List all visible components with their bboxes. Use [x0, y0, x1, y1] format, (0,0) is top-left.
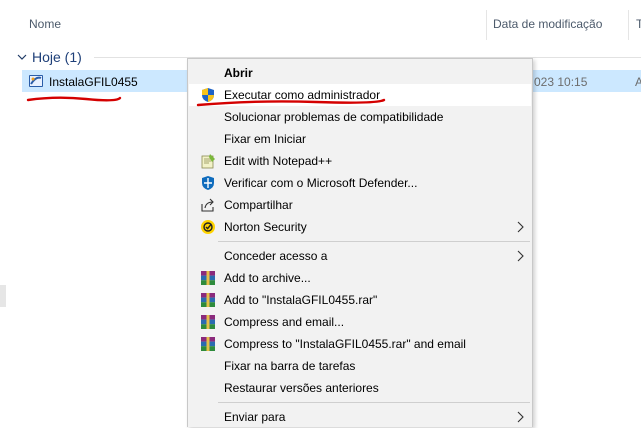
- menu-item-label: Compress to "InstalaGFIL0455.rar" and em…: [224, 337, 466, 351]
- menu-item-defender-scan[interactable]: Verificar com o Microsoft Defender...: [189, 172, 531, 194]
- column-date-header[interactable]: Data de modificação: [493, 17, 602, 31]
- scrollbar-stub[interactable]: [0, 285, 6, 307]
- column-type-header[interactable]: T: [636, 17, 641, 31]
- menu-item-label: Solucionar problemas de compatibilidade: [224, 110, 444, 124]
- file-type: A: [635, 75, 641, 89]
- menu-item-compress-email[interactable]: Compress and email...: [189, 311, 531, 333]
- winrar-icon: [200, 292, 216, 308]
- chevron-right-icon: [515, 411, 525, 423]
- column-divider[interactable]: [486, 10, 487, 40]
- red-annotation-underline: [196, 98, 386, 107]
- file-date: 023 10:15: [534, 75, 588, 89]
- menu-item-add-to-rar[interactable]: Add to "InstalaGFIL0455.rar": [189, 289, 531, 311]
- menu-item-label: Compartilhar: [224, 198, 293, 212]
- menu-item-add-to-archive[interactable]: Add to archive...: [189, 267, 531, 289]
- menu-separator: [218, 402, 530, 403]
- menu-item-label: Compress and email...: [224, 315, 345, 329]
- red-annotation-underline: [26, 96, 122, 102]
- menu-item-label: Norton Security: [224, 220, 307, 234]
- menu-item-share[interactable]: Compartilhar: [189, 194, 531, 216]
- notepadpp-icon: [200, 153, 216, 169]
- norton-icon: [200, 219, 216, 235]
- chevron-right-icon: [515, 221, 525, 233]
- file-name[interactable]: InstalaGFIL0455: [49, 75, 138, 89]
- installer-file-icon: [28, 73, 44, 89]
- menu-item-label: Verificar com o Microsoft Defender...: [224, 176, 418, 190]
- winrar-icon: [200, 270, 216, 286]
- menu-item-label: Restaurar versões anteriores: [224, 381, 379, 395]
- menu-item-open[interactable]: Abrir: [189, 62, 531, 84]
- menu-item-label: Edit with Notepad++: [224, 154, 333, 168]
- defender-icon: [200, 175, 216, 191]
- context-menu: Abrir Executar como administrador Soluci…: [187, 58, 533, 427]
- menu-item-pin-start[interactable]: Fixar em Iniciar: [189, 128, 531, 150]
- menu-item-compress-rar-email[interactable]: Compress to "InstalaGFIL0455.rar" and em…: [189, 333, 531, 355]
- menu-item-label: Abrir: [224, 66, 253, 80]
- menu-item-label: Fixar em Iniciar: [224, 132, 307, 146]
- column-name-header[interactable]: Nome: [29, 17, 61, 31]
- menu-item-label: Fixar na barra de tarefas: [224, 359, 356, 373]
- menu-item-notepadpp[interactable]: Edit with Notepad++: [189, 150, 531, 172]
- chevron-right-icon: [515, 250, 525, 262]
- column-header-bar: Nome Data de modificação T: [0, 0, 641, 40]
- menu-item-label: Add to archive...: [224, 271, 311, 285]
- winrar-icon: [200, 314, 216, 330]
- menu-item-pin-taskbar[interactable]: Fixar na barra de tarefas: [189, 355, 531, 377]
- menu-item-label: Enviar para: [224, 410, 286, 424]
- menu-item-norton[interactable]: Norton Security: [189, 216, 531, 238]
- menu-item-label: Add to "InstalaGFIL0455.rar": [224, 293, 378, 307]
- group-header-today[interactable]: Hoje (1): [16, 47, 82, 67]
- menu-item-label: Conceder acesso a: [224, 249, 328, 263]
- group-title: Hoje (1): [32, 49, 82, 65]
- menu-item-send-to[interactable]: Enviar para: [189, 406, 531, 428]
- chevron-down-icon: [16, 51, 28, 63]
- share-icon: [200, 197, 216, 213]
- menu-item-restore-versions[interactable]: Restaurar versões anteriores: [189, 377, 531, 399]
- column-divider[interactable]: [628, 10, 629, 40]
- menu-separator: [218, 241, 530, 242]
- menu-item-troubleshoot-compat[interactable]: Solucionar problemas de compatibilidade: [189, 106, 531, 128]
- menu-item-grant-access[interactable]: Conceder acesso a: [189, 245, 531, 267]
- winrar-icon: [200, 336, 216, 352]
